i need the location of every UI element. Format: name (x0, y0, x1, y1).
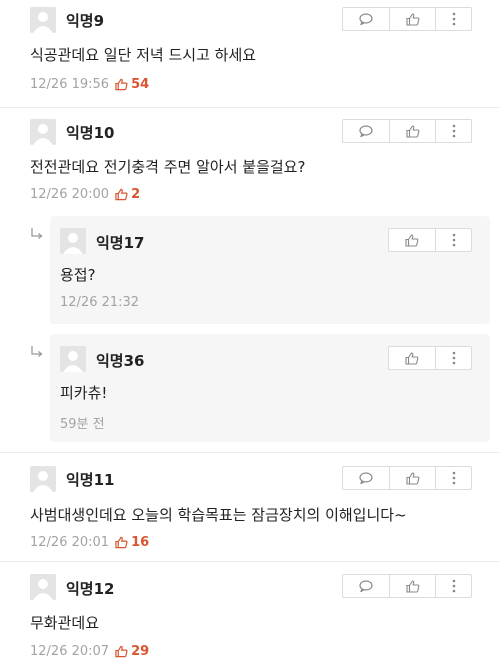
reply-time: 59분 전 (60, 417, 105, 432)
like-count-value: 29 (131, 644, 150, 659)
comment-actions (342, 574, 472, 598)
like-count-value: 16 (131, 535, 150, 550)
comment-meta: 12/26 20:01 16 (30, 535, 149, 550)
speech-bubble-icon (359, 580, 373, 592)
more-button[interactable] (435, 347, 471, 369)
thumbs-up-icon (405, 124, 419, 138)
like-count: 16 (115, 535, 149, 550)
reply-meta: 59분 전 (60, 413, 105, 432)
speech-bubble-icon (359, 125, 373, 137)
comment-author: 익명9 (66, 12, 105, 30)
reply-text: 피카츄! (60, 384, 108, 402)
reply-actions (388, 346, 472, 370)
comment-text: 사범대생인데요 오늘의 학습목표는 잠금장치의 이해입니다~ (30, 506, 407, 524)
more-vertical-icon (452, 233, 455, 247)
more-button[interactable] (435, 120, 471, 142)
reply-button[interactable] (343, 120, 389, 142)
more-vertical-icon (452, 351, 455, 365)
more-vertical-icon (452, 12, 455, 26)
reply-button[interactable] (343, 575, 389, 597)
reply-arrow-icon (31, 228, 43, 239)
reply-author: 익명17 (96, 234, 145, 252)
more-vertical-icon (452, 471, 455, 485)
user-avatar-icon (30, 574, 56, 600)
reply-button[interactable] (343, 467, 389, 489)
like-button[interactable] (389, 347, 435, 369)
comment-item: 익명12 무화관데요 12/26 20:07 29 (0, 562, 500, 666)
thumbs-up-icon (115, 188, 128, 201)
comment-time: 12/26 20:00 (30, 187, 110, 202)
comment-item: 익명11 사범대생인데요 오늘의 학습목표는 잠금장치의 이해입니다~ 12/2… (0, 452, 500, 562)
reply-actions (388, 228, 472, 252)
user-avatar-icon (60, 228, 86, 254)
thumbs-up-icon (405, 579, 419, 593)
reply-meta: 12/26 21:32 (60, 295, 139, 310)
speech-bubble-icon (359, 13, 373, 25)
more-vertical-icon (452, 579, 455, 593)
reply-arrow-icon (31, 346, 43, 357)
thumbs-up-icon (405, 233, 419, 247)
comment-author: 익명12 (66, 580, 115, 598)
like-button[interactable] (389, 229, 435, 251)
comment-text: 전전관데요 전기충격 주면 알아서 붙을걸요? (30, 158, 306, 176)
comment-text: 무화관데요 (30, 614, 100, 632)
comment-item: 익명9 식공관데요 일단 저녁 드시고 하세요 12/26 19:56 54 (0, 0, 500, 108)
like-button[interactable] (389, 8, 435, 30)
comment-meta: 12/26 20:07 29 (30, 644, 149, 659)
user-avatar-icon (30, 119, 56, 145)
comment-item: 익명10 전전관데요 전기충격 주면 알아서 붙을걸요? 12/26 20:00… (0, 108, 500, 216)
reply-text: 용접? (60, 266, 96, 284)
more-button[interactable] (435, 229, 471, 251)
comment-meta: 12/26 19:56 54 (30, 77, 149, 92)
reply-author: 익명36 (96, 352, 145, 370)
comment-author: 익명11 (66, 471, 115, 489)
user-avatar-icon (30, 7, 56, 33)
thumbs-up-icon (405, 471, 419, 485)
more-button[interactable] (435, 467, 471, 489)
comment-actions (342, 466, 472, 490)
reply-item: 익명36 피카츄! 59분 전 (50, 334, 490, 442)
thumbs-up-icon (115, 536, 128, 549)
comment-time: 12/26 20:07 (30, 644, 110, 659)
comment-author: 익명10 (66, 124, 115, 142)
comment-meta: 12/26 20:00 2 (30, 187, 140, 202)
like-count-value: 2 (131, 187, 141, 202)
thumbs-up-icon (405, 12, 419, 26)
like-count: 2 (115, 187, 140, 202)
like-count-value: 54 (131, 77, 150, 92)
more-vertical-icon (452, 124, 455, 138)
speech-bubble-icon (359, 472, 373, 484)
comment-actions (342, 7, 472, 31)
user-avatar-icon (60, 346, 86, 372)
like-count: 54 (115, 77, 149, 92)
comment-actions (342, 119, 472, 143)
like-button[interactable] (389, 467, 435, 489)
user-avatar-icon (30, 466, 56, 492)
reply-item: 익명17 용접? 12/26 21:32 (50, 216, 490, 324)
comment-time: 12/26 20:01 (30, 535, 110, 550)
comment-text: 식공관데요 일단 저녁 드시고 하세요 (30, 46, 257, 64)
like-button[interactable] (389, 120, 435, 142)
thumbs-up-icon (115, 78, 128, 91)
comment-time: 12/26 19:56 (30, 77, 110, 92)
reply-time: 12/26 21:32 (60, 295, 140, 310)
more-button[interactable] (435, 575, 471, 597)
thumbs-up-icon (405, 351, 419, 365)
like-count: 29 (115, 644, 149, 659)
thumbs-up-icon (115, 645, 128, 658)
reply-button[interactable] (343, 8, 389, 30)
more-button[interactable] (435, 8, 471, 30)
like-button[interactable] (389, 575, 435, 597)
